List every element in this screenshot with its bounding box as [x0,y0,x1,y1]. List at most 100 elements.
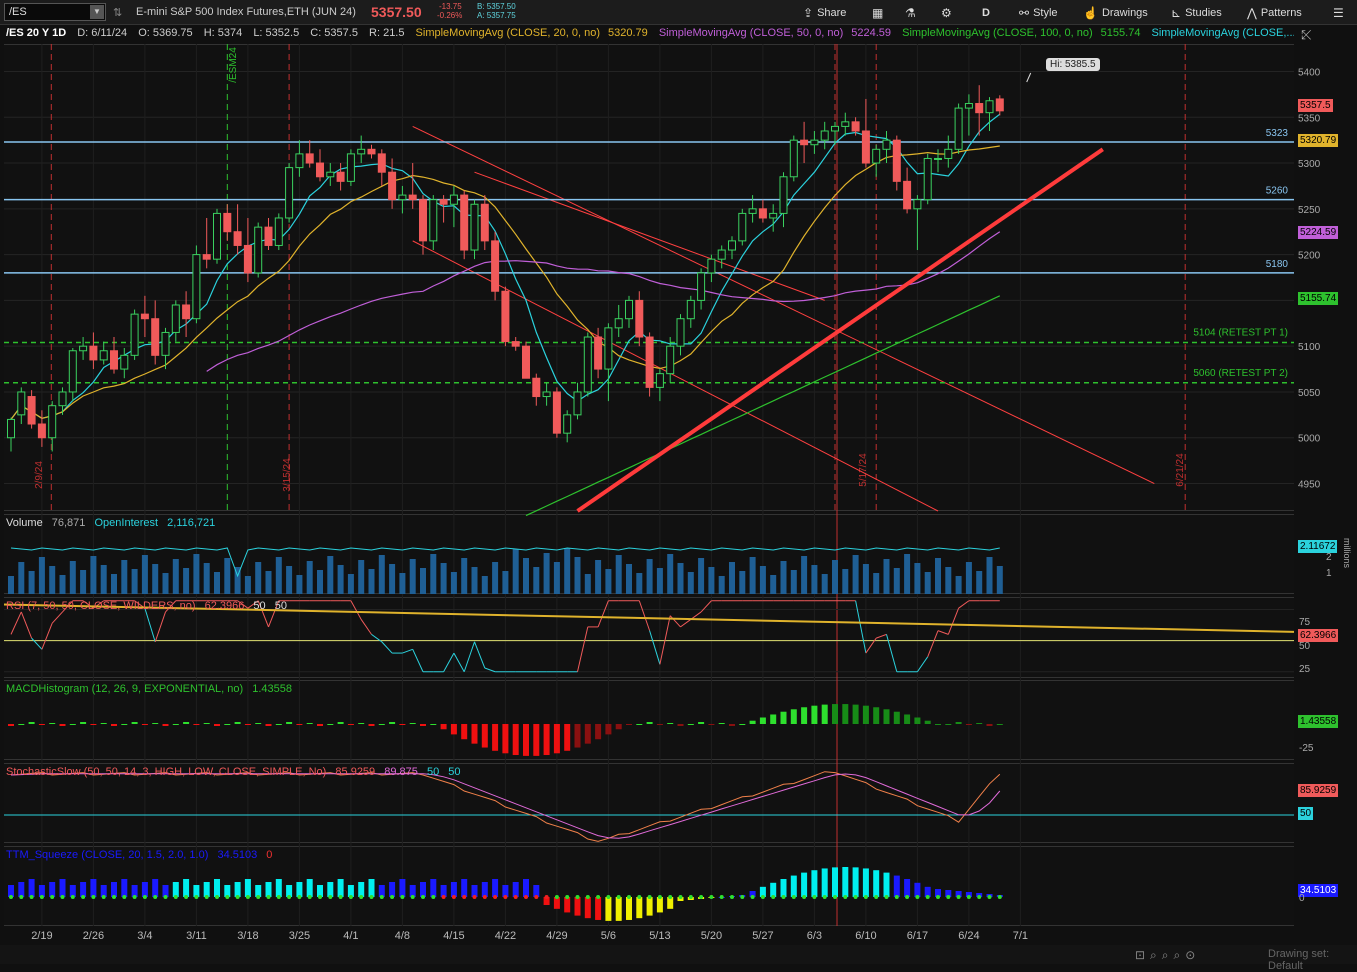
macd-header: MACDHistogram (12, 26, 9, EXPONENTIAL, n… [4,683,296,695]
macd-bar [450,724,457,735]
ttm-squeeze-dot [163,895,168,899]
candle-body [243,244,252,274]
ttm-squeeze-dot [977,895,982,899]
macd-bar [759,717,766,724]
macd-bar [780,711,787,724]
rsi-tick-75: 75 [1299,617,1311,628]
volume-bar [152,564,159,594]
ttm-squeeze-dot [544,895,549,899]
candle-body [532,377,541,398]
ttm-squeeze-dot [987,895,992,899]
ttm-bar [90,879,97,897]
candle-body [666,345,675,375]
ttm-bar [883,872,890,897]
ttm-squeeze-dot [668,895,673,899]
ttm-squeeze-dot [657,895,662,899]
candle-body [161,331,170,356]
ttm-squeeze-dot [431,895,436,899]
volume-bar [656,568,663,594]
ttm-squeeze-dot [575,895,580,899]
ttm-squeeze-dot [812,895,817,899]
ttm-bar [574,897,581,916]
ttm-squeeze-dot [565,895,570,899]
candle-body [377,153,386,173]
ttm-squeeze-dot [905,895,910,899]
rsi-line-segment [443,652,455,673]
volume-bar [59,575,66,594]
volume-bar [687,572,694,594]
macd-bar [893,711,900,724]
ttm-bar [59,879,66,897]
candle-body [583,336,592,393]
ttm-bar [626,897,632,920]
ttm-squeeze-dot [554,895,559,899]
ttm-squeeze-dot [462,895,467,899]
volume-header: Volume 76,871 OpenInterest 2,116,721 [4,517,219,529]
rsi-title[interactable]: RSI (7, 50, 50, CLOSE, WILDERS, no) [4,600,198,612]
rsi-line-segment [10,611,22,635]
macd-bar [317,724,323,726]
volume-bar [677,563,684,594]
status-bar: ⊡⌕⌕⌕⊙ Drawing set: Default [0,945,1357,972]
time-axis-label: 5/27 [752,930,773,942]
macd-bar [275,724,282,725]
candle-body [697,272,706,301]
ttm-bar [28,879,35,897]
volume-bar [28,571,35,594]
macd-bar [862,705,869,724]
macd-bar [595,724,602,740]
ttm-bar [832,867,838,897]
open-interest-title[interactable]: OpenInterest [92,517,160,529]
price-axis-tick: 4950 [1298,480,1321,491]
chart-canvas[interactable]: 4950500050505100515052005250530053505400… [0,0,1357,964]
macd-bar [141,724,148,725]
macd-bar [553,724,560,754]
zoom-icons[interactable]: ⊡⌕⌕⌕⊙ [1135,948,1200,963]
volume-bar [111,574,117,594]
volume-bar [739,571,746,594]
volume-bar [636,573,643,594]
macd-bar [718,723,725,724]
volume-title[interactable]: Volume [4,517,45,529]
macd-bar [162,724,169,726]
candle-body [171,304,180,333]
stoch-50-tag: 50 [1298,807,1314,820]
volume-bar [615,555,622,594]
macd-title[interactable]: MACDHistogram (12, 26, 9, EXPONENTIAL, n… [4,683,245,695]
volume-bar [883,559,890,594]
ttm-squeeze-dot [19,895,24,899]
ttm-bar [481,882,488,897]
candle-body [686,299,695,320]
candle-body [110,350,118,370]
candle-body [820,130,829,141]
volume-bar [255,562,262,594]
ttm-squeeze-dot [513,895,518,899]
marker-label: 5/17/24 [858,453,869,487]
time-axis-label: 4/15 [443,930,464,942]
macd-bar [523,724,529,756]
price-axis-tick: 5100 [1298,342,1321,353]
ttm-bar [80,882,87,897]
ttm-bar [904,879,911,897]
candle-body [429,199,438,242]
ttm-squeeze-dot [50,895,55,899]
volume-bar [626,564,632,594]
candle-body [635,299,644,338]
support-trendline [576,147,1104,513]
volume-bar [337,565,344,594]
ttm-squeeze-dot [699,895,704,899]
volume-bar [832,560,838,594]
ttm-bar [770,882,777,897]
ttm-title[interactable]: TTM_Squeeze (CLOSE, 20, 1.5, 2.0, 1.0) [4,849,210,861]
candle-body [254,226,263,274]
volume-bar [461,558,468,594]
stoch-title[interactable]: StochasticSlow (50, 50, 14, 3, HIGH, LOW… [4,766,328,778]
drawing-set-label: Drawing set: Default [1268,948,1330,972]
macd-bar [821,704,828,724]
macd-bar [605,724,612,735]
price-axis-tick: 5200 [1298,251,1321,262]
macd-bar [574,724,581,748]
ttm-squeeze-dot [874,895,879,899]
ttm-bar [646,897,653,916]
volume-bar [842,569,849,594]
